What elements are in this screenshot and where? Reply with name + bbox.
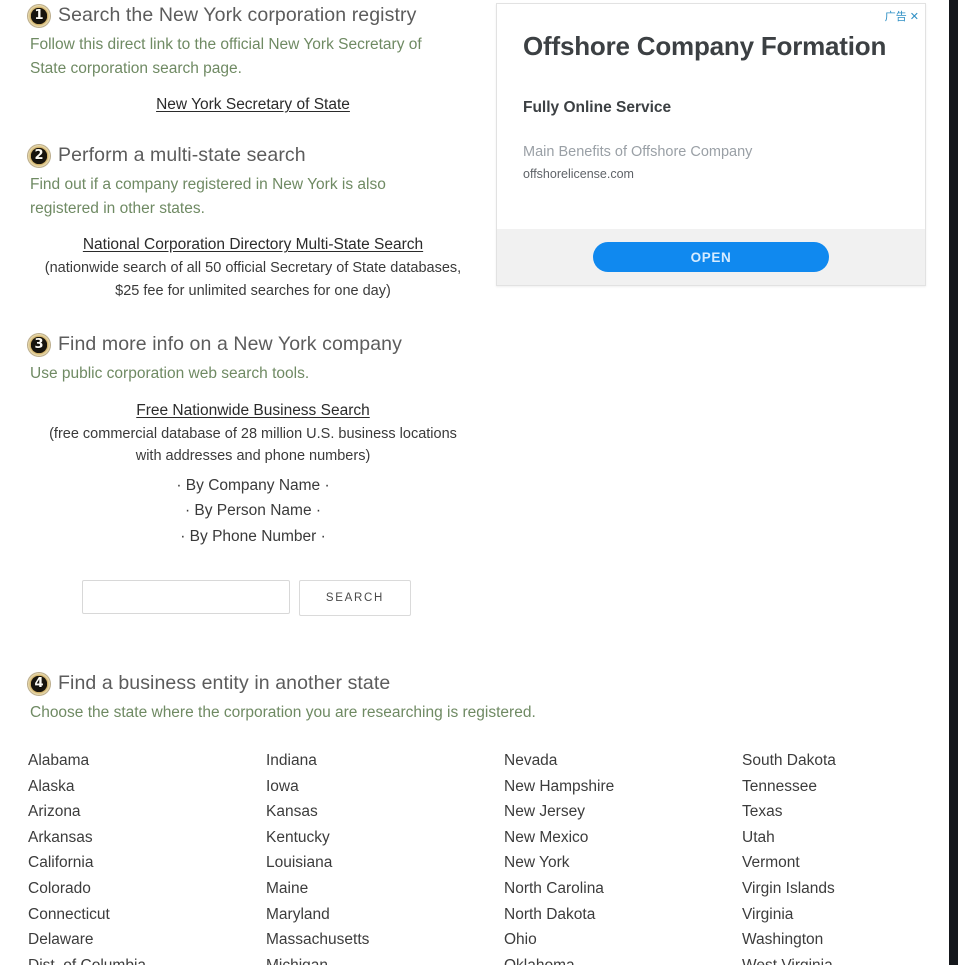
search-option-by-phone-number: · By Phone Number · bbox=[180, 528, 326, 546]
close-icon[interactable]: ✕ bbox=[910, 10, 919, 23]
ad-label: 广告 ✕ bbox=[885, 8, 919, 24]
state-link[interactable]: Tennessee bbox=[742, 774, 940, 800]
state-link[interactable]: Virgin Islands bbox=[742, 876, 940, 902]
viewport-edge-strip bbox=[949, 0, 958, 965]
state-links-grid: Alabama Indiana Nevada South Dakota Alas… bbox=[28, 748, 940, 965]
step-1-title: Search the New York corporation registry bbox=[58, 4, 417, 26]
step-1-link-block: New York Secretary of State bbox=[28, 96, 478, 114]
state-link[interactable]: Ohio bbox=[504, 927, 742, 953]
step-2-link-block: National Corporation Directory Multi-Sta… bbox=[28, 236, 478, 302]
steps-list: 1 Search the New York corporation regist… bbox=[28, 4, 478, 618]
new-york-secretary-of-state-link[interactable]: New York Secretary of State bbox=[156, 96, 350, 114]
search-option-by-person-name: · By Person Name · bbox=[184, 502, 322, 520]
step-2-title: Perform a multi-state search bbox=[58, 144, 306, 167]
step-1-header: 1 Search the New York corporation regist… bbox=[28, 4, 478, 27]
state-link[interactable]: New Mexico bbox=[504, 825, 742, 851]
state-link[interactable]: Kansas bbox=[266, 799, 504, 825]
business-search-form: SEARCH bbox=[82, 580, 478, 617]
step-3-header: 3 Find more info on a New York company bbox=[28, 333, 478, 356]
step-1: 1 Search the New York corporation regist… bbox=[28, 4, 478, 114]
step-1-description: Follow this direct link to the official … bbox=[30, 36, 422, 77]
step-4: 4 Find a business entity in another stat… bbox=[28, 672, 940, 725]
search-option-by-company-name: · By Company Name · bbox=[176, 476, 330, 494]
national-corporation-directory-link[interactable]: National Corporation Directory Multi-Sta… bbox=[83, 236, 423, 254]
step-3-title: Find more info on a New York company bbox=[58, 333, 402, 356]
step-number-badge-icon: 1 bbox=[28, 4, 50, 27]
state-link[interactable]: South Dakota bbox=[742, 748, 940, 774]
step-2-header: 2 Perform a multi-state search bbox=[28, 144, 478, 167]
state-link[interactable]: North Dakota bbox=[504, 902, 742, 928]
page-root: 1 Search the New York corporation regist… bbox=[0, 0, 958, 965]
state-link[interactable]: Connecticut bbox=[28, 902, 266, 928]
search-options-list: · By Company Name · · By Person Name · ·… bbox=[28, 473, 478, 551]
step-3-link-block: Free Nationwide Business Search (free co… bbox=[28, 402, 478, 551]
step-3-note: (free commercial database of 28 million … bbox=[49, 425, 457, 465]
state-link[interactable]: Virginia bbox=[742, 902, 940, 928]
search-button[interactable]: SEARCH bbox=[299, 580, 411, 617]
state-link[interactable]: Delaware bbox=[28, 927, 266, 953]
step-number-badge-icon: 4 bbox=[28, 672, 50, 695]
step-4-description: Choose the state where the corporation y… bbox=[30, 704, 536, 721]
state-link[interactable]: Utah bbox=[742, 825, 940, 851]
state-link[interactable]: Arizona bbox=[28, 799, 266, 825]
state-link[interactable]: California bbox=[28, 850, 266, 876]
state-link[interactable]: Nevada bbox=[504, 748, 742, 774]
state-link[interactable]: Washington bbox=[742, 927, 940, 953]
state-link[interactable]: Kentucky bbox=[266, 825, 504, 851]
state-link[interactable]: Alaska bbox=[28, 774, 266, 800]
step-number-badge-icon: 3 bbox=[28, 333, 50, 356]
step-4-header: 4 Find a business entity in another stat… bbox=[28, 672, 940, 695]
state-link[interactable]: Iowa bbox=[266, 774, 504, 800]
step-number-badge-icon: 2 bbox=[28, 144, 50, 167]
step-3-description: Use public corporation web search tools. bbox=[30, 365, 310, 383]
ad-subtitle: Fully Online Service bbox=[523, 98, 672, 116]
state-link[interactable]: New Hampshire bbox=[504, 774, 742, 800]
ad-label-text: 广告 bbox=[884, 10, 907, 23]
ad-description: Main Benefits of Offshore Company bbox=[523, 143, 753, 160]
state-link[interactable]: Vermont bbox=[742, 850, 940, 876]
ad-url: offshorelicense.com bbox=[523, 166, 634, 181]
search-input[interactable] bbox=[82, 580, 290, 615]
state-link[interactable]: New York bbox=[504, 850, 742, 876]
state-link[interactable]: Oklahoma bbox=[504, 953, 742, 965]
ad-body: Offshore Company Formation Fully Online … bbox=[497, 4, 925, 181]
state-link[interactable]: Arkansas bbox=[28, 825, 266, 851]
state-link[interactable]: Alabama bbox=[28, 748, 266, 774]
state-link[interactable]: West Virginia bbox=[742, 953, 940, 965]
step-2-note: (nationwide search of all 50 official Se… bbox=[44, 260, 462, 299]
step-3: 3 Find more info on a New York company U… bbox=[28, 333, 478, 617]
step-2-description: Find out if a company registered in New … bbox=[30, 176, 386, 217]
advertisement-card[interactable]: 广告 ✕ Offshore Company Formation Fully On… bbox=[496, 3, 926, 286]
state-link[interactable]: Indiana bbox=[266, 748, 504, 774]
state-link[interactable]: Maine bbox=[266, 876, 504, 902]
step-4-title: Find a business entity in another state bbox=[58, 672, 391, 694]
page-content: 1 Search the New York corporation regist… bbox=[0, 0, 949, 965]
state-link[interactable]: Massachusetts bbox=[266, 927, 504, 953]
state-link[interactable]: Michigan bbox=[266, 953, 504, 965]
state-link[interactable]: Texas bbox=[742, 799, 940, 825]
state-link[interactable]: Colorado bbox=[28, 876, 266, 902]
state-link[interactable]: New Jersey bbox=[504, 799, 742, 825]
free-nationwide-business-search-link[interactable]: Free Nationwide Business Search bbox=[136, 402, 369, 420]
ad-open-button[interactable]: OPEN bbox=[593, 242, 829, 272]
step-2: 2 Perform a multi-state search Find out … bbox=[28, 144, 478, 302]
state-link[interactable]: Dist. of Columbia bbox=[28, 953, 266, 965]
state-link[interactable]: Louisiana bbox=[266, 850, 504, 876]
ad-footer: OPEN bbox=[497, 229, 925, 285]
state-link[interactable]: Maryland bbox=[266, 902, 504, 928]
state-link[interactable]: North Carolina bbox=[504, 876, 742, 902]
ad-title: Offshore Company Formation bbox=[523, 31, 887, 61]
